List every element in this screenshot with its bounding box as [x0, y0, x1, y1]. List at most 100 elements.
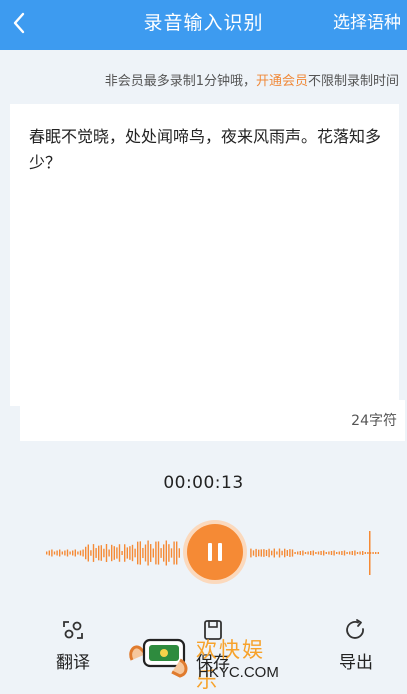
waveform-bar: [372, 552, 374, 554]
waveform-bar: [79, 550, 82, 556]
membership-notice: 非会员最多录制1分钟哦，开通会员不限制录制时间: [105, 70, 399, 89]
open-membership-link[interactable]: 开通会员: [256, 74, 308, 89]
waveform-bar: [252, 550, 255, 556]
waveform-bar: [150, 544, 152, 562]
waveform-bar: [48, 550, 50, 556]
waveform-bar: [328, 551, 330, 555]
select-language-button[interactable]: 选择语种: [333, 0, 401, 50]
waveform-bar: [103, 548, 105, 558]
waveform-bar: [59, 549, 61, 557]
char-count-bar: 24字符: [20, 400, 405, 441]
gamepad-hands-icon: [129, 638, 188, 678]
waveform-bar: [284, 548, 286, 558]
waveform-bar: [317, 551, 320, 555]
waveform-bar: [113, 546, 115, 560]
export-label: 导出: [339, 653, 373, 673]
waveform-bar: [87, 544, 89, 562]
waveform-bar: [336, 552, 338, 554]
waveform-bar: [90, 550, 92, 556]
waveform-bar: [142, 547, 144, 559]
pause-button[interactable]: [183, 520, 247, 584]
export-icon: [346, 619, 364, 639]
waveform-bar: [291, 549, 294, 557]
waveform-bar: [333, 550, 335, 556]
waveform-bar: [66, 549, 69, 557]
waveform-bar: [116, 547, 118, 559]
waveform-bar: [82, 549, 84, 557]
waveform-bar: [323, 550, 325, 556]
waveform-bar: [111, 544, 113, 562]
waveform-bar: [250, 548, 252, 558]
top-bar: 录音输入识别 选择语种: [0, 0, 407, 50]
waveform-bar: [176, 541, 178, 565]
watermark-logo: 欢快娱乐 HKYC.COM: [126, 628, 286, 692]
waveform-bar: [359, 551, 361, 555]
waveform-bar: [312, 550, 314, 556]
translate-button[interactable]: 翻译: [43, 618, 103, 673]
waveform-bar: [165, 540, 167, 566]
waveform-bar: [310, 551, 312, 555]
waveform-bar: [160, 548, 162, 558]
waveform-bar: [258, 549, 260, 557]
waveform-bar: [263, 549, 265, 557]
waveform-bar: [349, 551, 351, 555]
waveform-bar: [320, 551, 322, 555]
waveform-bar: [173, 541, 175, 565]
waveform-bar: [126, 547, 128, 559]
waveform-bar: [56, 550, 58, 556]
waveform-bar: [377, 552, 379, 554]
waveform-bar: [268, 548, 270, 558]
waveform-bar: [338, 551, 340, 555]
waveform-bar: [98, 545, 100, 561]
watermark-site: HKYC.COM: [198, 664, 279, 681]
waveform-bar: [163, 544, 165, 562]
waveform-bar: [64, 550, 66, 556]
export-button[interactable]: 导出: [326, 618, 386, 673]
waveform-bar: [364, 552, 366, 554]
waveform-bar: [157, 541, 160, 565]
waveform-bar: [108, 549, 110, 557]
pause-icon: [187, 524, 243, 580]
waveform-bar: [289, 549, 291, 557]
waveform-bar: [51, 549, 53, 557]
waveform-bar: [297, 551, 299, 555]
notice-suffix: 不限制录制时间: [307, 74, 399, 89]
waveform-bar: [121, 550, 123, 556]
waveform-bar: [178, 548, 180, 558]
waveform-bar: [69, 551, 71, 555]
waveform-bar: [168, 544, 170, 562]
waveform-bar: [325, 552, 327, 554]
waveform-bar: [147, 540, 149, 566]
waveform-bar: [265, 549, 268, 557]
waveform-bar: [294, 552, 296, 554]
waveform-bar: [315, 552, 317, 554]
transcript-text[interactable]: 春眠不觉晓，处处闻啼鸟，夜来风雨声。花落知多少？: [29, 124, 381, 176]
notice-prefix: 非会员最多录制1分钟哦，: [104, 74, 256, 89]
waveform-bar: [95, 548, 97, 558]
waveform-bar: [302, 550, 304, 556]
waveform-bar: [255, 548, 257, 558]
waveform-bar: [260, 549, 262, 557]
waveform-bar: [100, 545, 102, 561]
waveform-bar: [273, 548, 275, 558]
waveform-bar: [152, 548, 154, 558]
char-count: 24字符: [351, 413, 397, 429]
waveform-bar: [346, 552, 348, 554]
waveform-bar: [341, 551, 343, 555]
waveform-bar: [53, 551, 56, 555]
waveform-bar: [134, 548, 136, 558]
waveform-bar: [118, 544, 121, 562]
waveform-bar: [139, 541, 141, 565]
waveform-bar: [281, 550, 283, 556]
playhead-line: [369, 531, 371, 575]
transcript-card[interactable]: 春眠不觉晓，处处闻啼鸟，夜来风雨声。花落知多少？: [10, 104, 399, 406]
waveform-bar: [85, 546, 87, 560]
waveform-bar: [356, 552, 359, 554]
waveform-bar: [77, 551, 79, 555]
waveform-bar: [105, 544, 108, 562]
waveform-bar: [367, 552, 369, 554]
translate-icon: [63, 621, 83, 639]
waveform-bar: [271, 550, 273, 556]
waveform-bar: [351, 551, 353, 555]
waveform-bar: [354, 550, 356, 556]
